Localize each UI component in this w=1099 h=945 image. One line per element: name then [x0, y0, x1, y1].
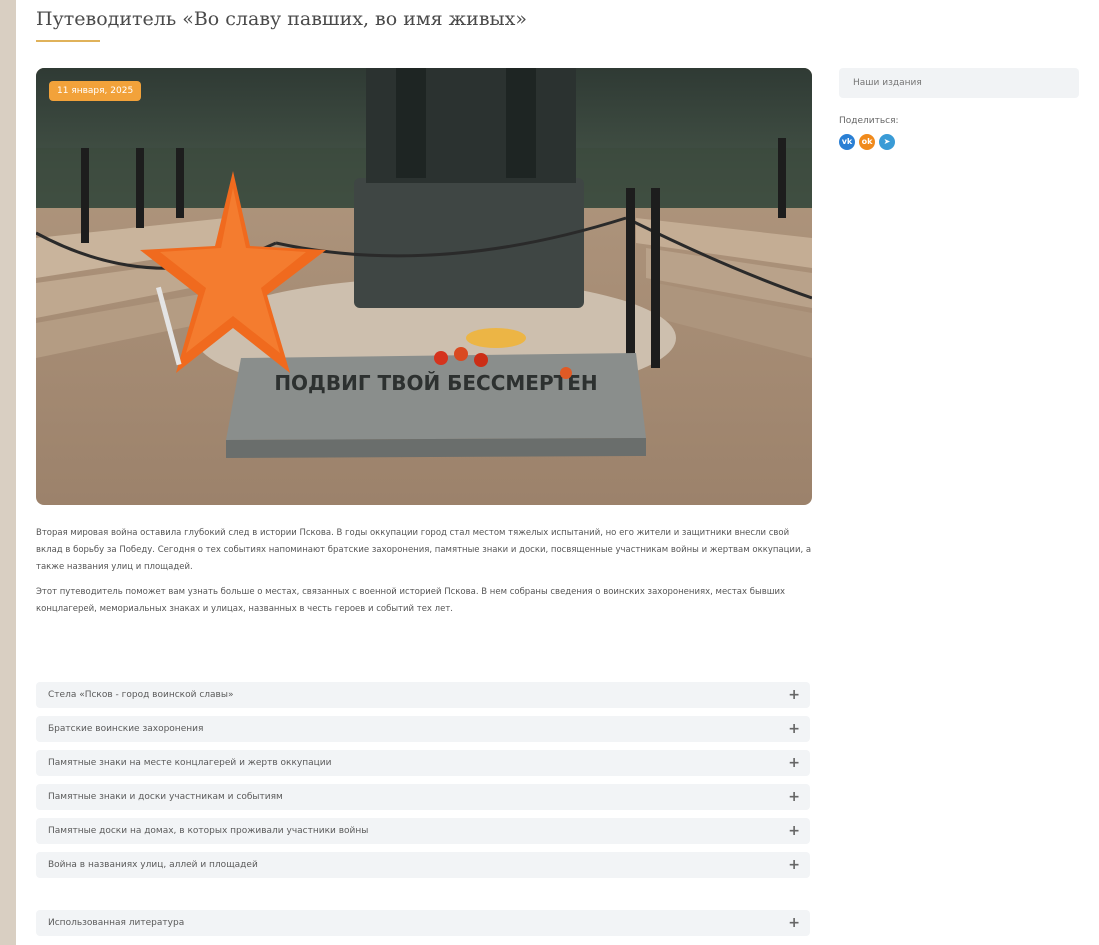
guide-accordion: Стела «Псков - город воинской славы» + Б… [36, 682, 810, 886]
plus-icon[interactable]: + [788, 910, 800, 936]
publications-search-input[interactable] [839, 68, 1079, 98]
plaque-text: ПОДВИГ ТВОЙ БЕССМЕРТЕН [274, 371, 597, 395]
accordion-item-label: Памятные знаки на месте концлагерей и же… [48, 758, 332, 768]
accordion-item-label: Война в названиях улиц, аллей и площадей [48, 860, 258, 870]
accordion-item-stela[interactable]: Стела «Псков - город воинской славы» + [36, 682, 810, 708]
accordion-item-street-names[interactable]: Война в названиях улиц, аллей и площадей… [36, 852, 810, 878]
article-text: Вторая мировая война оставила глубокий с… [36, 525, 812, 626]
accordion-item-label: Памятные знаки и доски участникам и собы… [48, 792, 283, 802]
plus-icon[interactable]: + [788, 716, 800, 742]
literature-accordion: Использованная литература + [36, 910, 810, 944]
paragraph: Этот путеводитель поможет вам узнать бол… [36, 587, 786, 614]
accordion-item-label: Братские воинские захоронения [48, 724, 204, 734]
hero-photo: ПОДВИГ ТВОЙ БЕССМЕРТЕН [36, 68, 812, 505]
plus-icon[interactable]: + [788, 852, 800, 878]
accordion-item-literature[interactable]: Использованная литература + [36, 910, 810, 936]
share-icons: vk ok ➤ [839, 134, 895, 150]
accordion-item-memorial-signs[interactable]: Памятные знаки и доски участникам и собы… [36, 784, 810, 810]
accordion-item-label: Памятные доски на домах, в которых прожи… [48, 826, 369, 836]
vk-icon[interactable]: vk [839, 134, 855, 150]
accordion-item-label: Стела «Псков - город воинской славы» [48, 690, 234, 700]
paragraph: Вторая мировая война оставила глубокий с… [36, 528, 812, 572]
page-title: Путеводитель «Во славу павших, во имя жи… [36, 8, 527, 30]
page: Путеводитель «Во славу павших, во имя жи… [16, 0, 1099, 945]
ok-icon[interactable]: ok [859, 134, 875, 150]
telegram-icon[interactable]: ➤ [879, 134, 895, 150]
accordion-item-mass-graves[interactable]: Братские воинские захоронения + [36, 716, 810, 742]
date-badge: 11 января, 2025 [49, 81, 142, 101]
accordion-item-label: Использованная литература [48, 918, 185, 928]
accordion-item-plaques[interactable]: Памятные доски на домах, в которых прожи… [36, 818, 810, 844]
title-underline [36, 40, 100, 42]
plus-icon[interactable]: + [788, 750, 800, 776]
plus-icon[interactable]: + [788, 682, 800, 708]
plus-icon[interactable]: + [788, 784, 800, 810]
plus-icon[interactable]: + [788, 818, 800, 844]
accordion-item-camps[interactable]: Памятные знаки на месте концлагерей и же… [36, 750, 810, 776]
share-label: Поделиться: [839, 116, 899, 126]
hero-image: ПОДВИГ ТВОЙ БЕССМЕРТЕН 11 января, 2025 [36, 68, 812, 505]
